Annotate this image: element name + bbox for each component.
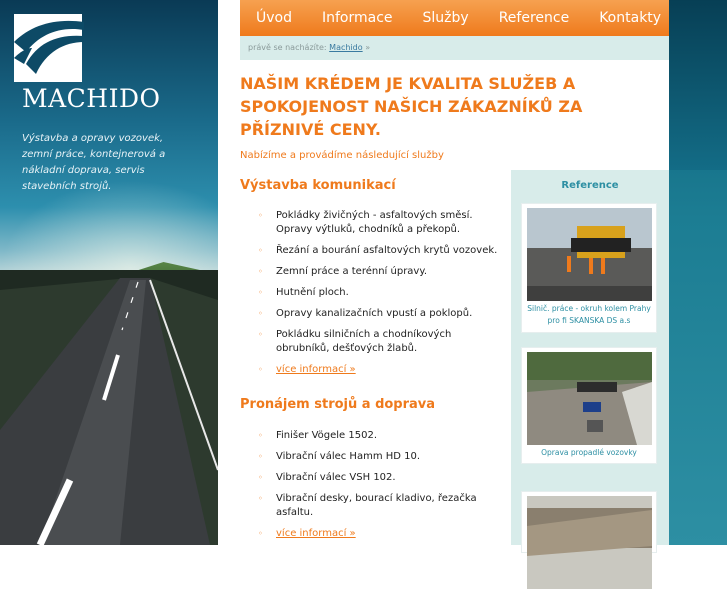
bullet-icon: ◦ — [258, 309, 263, 318]
list-item: ◦ Hutnění ploch. — [258, 286, 498, 300]
more-info-link-pronajem[interactable]: více informací » — [276, 528, 356, 539]
list-item: ◦ Pokládky živičných - asfaltových směsí.… — [258, 209, 498, 237]
list-item: ◦ Finišer Vögele 1502. — [258, 429, 498, 443]
list-item: ◦ Pokládku silničních a chodníkových obru… — [258, 328, 498, 356]
list-item: ◦ Vibrační válec VSH 102. — [258, 471, 498, 485]
list-item: ◦ Vibrační válec Hamm HD 10. — [258, 450, 498, 464]
brand-name: MACHIDO — [22, 84, 161, 113]
breadcrumb-prefix: právě se nacházíte: — [248, 43, 327, 52]
bullet-icon: ◦ — [258, 288, 263, 297]
reference-photo-earthworks[interactable] — [527, 496, 652, 589]
logo-icon — [12, 12, 84, 84]
right-decor-strip — [669, 0, 727, 545]
bullet-icon: ◦ — [258, 452, 263, 461]
nav-uvod[interactable]: Úvod — [240, 0, 306, 36]
list-item: ◦ Vibrační desky, bourací kladivo, řezačk… — [258, 492, 498, 520]
list-item-text: Finišer Vögele 1502. — [276, 430, 377, 441]
list-item: ◦ více informací » — [258, 363, 498, 377]
page-headline: NAŠIM KRÉDEM JE KVALITA SLUŽEB A SPOKOJE… — [240, 74, 583, 139]
list-item: ◦ Řezání a bourání asfaltových krytů vozo… — [258, 244, 498, 258]
bullet-icon: ◦ — [258, 330, 263, 339]
bullet-icon: ◦ — [258, 246, 263, 255]
bullet-icon: ◦ — [258, 211, 263, 220]
list-item-text: Opravy kanalizačních vpustí a poklopů. — [276, 308, 473, 319]
bullet-icon: ◦ — [258, 267, 263, 276]
left-banner: MACHIDO Výstavba a opravy vozovek, zemní… — [0, 0, 218, 545]
nav-kontakty[interactable]: Kontakty — [583, 0, 675, 36]
nav-sluzby[interactable]: Služby — [407, 0, 483, 36]
section-title-pronajem: Pronájem strojů a doprava — [240, 397, 436, 412]
list-item-text: Pokládku silničních a chodníkových obrub… — [276, 329, 452, 354]
brand-tagline: Výstavba a opravy vozovek, zemní práce, … — [22, 133, 166, 192]
bullet-icon: ◦ — [258, 529, 263, 538]
reference-photo-road-repair[interactable] — [527, 352, 652, 445]
list-item: ◦ Opravy kanalizačních vpustí a poklopů. — [258, 307, 498, 321]
reference-title: Reference — [561, 180, 619, 191]
nav-reference[interactable]: Reference — [483, 0, 584, 36]
service-list-pronajem: ◦ Finišer Vögele 1502. ◦ Vibrační válec Ha… — [258, 429, 498, 548]
section-title-vystavba: Výstavba komunikací — [240, 178, 396, 193]
list-item: ◦ více informací » — [258, 527, 498, 541]
reference-card-2[interactable]: Oprava propadlé vozovky — [521, 347, 657, 464]
reference-caption-2: Oprava propadlé vozovky — [541, 448, 637, 457]
list-item-text: Pokládky živičných - asfaltových směsí. … — [276, 210, 473, 235]
list-item-text: Vibrační desky, bourací kladivo, řezačka… — [276, 493, 477, 518]
list-item-text: Řezání a bourání asfaltových krytů vozov… — [276, 245, 498, 256]
list-item-text: Vibrační válec Hamm HD 10. — [276, 451, 421, 462]
reference-card-1[interactable]: Silnič. práce - okruh kolem Prahy pro fi… — [521, 203, 657, 333]
more-info-link-vystavba[interactable]: více informací » — [276, 364, 356, 375]
bullet-icon: ◦ — [258, 494, 263, 503]
breadcrumb-link-machido[interactable]: Machido — [329, 43, 362, 52]
bullet-icon: ◦ — [258, 365, 263, 374]
reference-photo-paving[interactable] — [527, 208, 652, 301]
right-decor-top — [669, 0, 727, 170]
list-item-text: Vibrační válec VSH 102. — [276, 472, 396, 483]
main-nav: Úvod Informace Služby Reference Kontakty — [240, 0, 669, 36]
reference-sidebar: Reference Silnič. práce - okruh kolem Pr… — [511, 170, 669, 589]
nav-informace[interactable]: Informace — [306, 0, 407, 36]
breadcrumb-suffix: » — [365, 43, 371, 52]
bullet-icon: ◦ — [258, 473, 263, 482]
list-item: ◦ Zemní práce a terénní úpravy. — [258, 265, 498, 279]
reference-card-3[interactable] — [521, 491, 657, 589]
intro-text: Nabízíme a provádíme následující služby — [240, 150, 444, 161]
list-item-text: Zemní práce a terénní úpravy. — [276, 266, 428, 277]
list-item-text: Hutnění ploch. — [276, 287, 349, 298]
reference-caption-1: Silnič. práce - okruh kolem Prahy pro fi… — [527, 304, 651, 325]
service-list-vystavba: ◦ Pokládky živičných - asfaltových směsí.… — [258, 209, 498, 384]
breadcrumb: právě se nacházíte: Machido » — [240, 36, 669, 60]
bullet-icon: ◦ — [258, 431, 263, 440]
road-illustration — [0, 270, 218, 545]
